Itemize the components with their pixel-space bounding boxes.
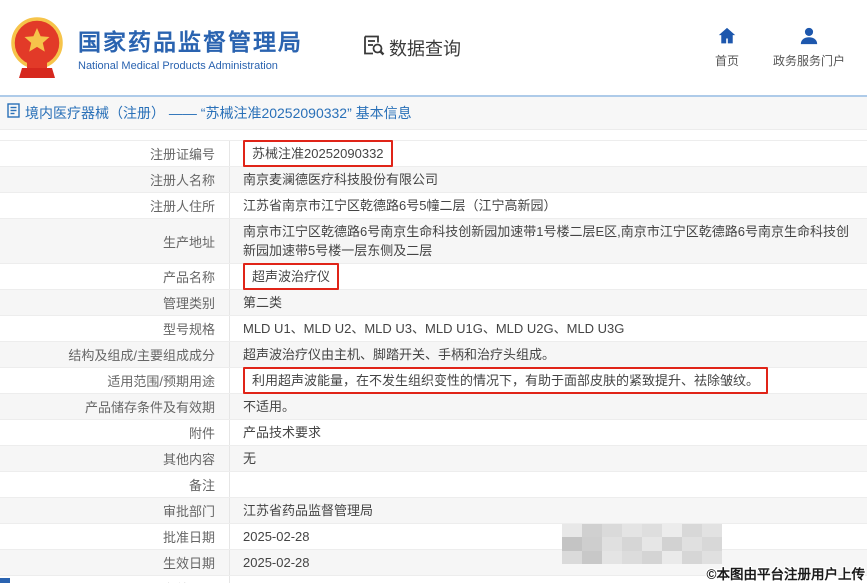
row-label: 批准日期 <box>0 524 230 549</box>
watermark-text: ©本图由平台注册用户上传 <box>707 563 865 583</box>
table-row: 备注 <box>0 472 867 498</box>
row-label: 结构及组成/主要组成成分 <box>0 342 230 367</box>
portal-link[interactable]: 政务服务门户 <box>773 27 845 69</box>
blurred-region <box>562 524 722 564</box>
corner-mark <box>0 578 10 583</box>
site-header: 国家药品监督管理局 National Medical Products Admi… <box>0 0 867 97</box>
row-label: 注册人住所 <box>0 193 230 218</box>
row-label: 型号规格 <box>0 316 230 341</box>
portal-label: 政务服务门户 <box>773 52 845 69</box>
table-row: 批准日期2025-02-28 <box>0 524 867 550</box>
highlight-box: 利用超声波能量，在不发生组织变性的情况下，有助于面部皮肤的紧致提升、祛除皱纹。 <box>243 367 768 394</box>
row-value: 不适用。 <box>230 394 867 419</box>
table-row: 适用范围/预期用途利用超声波能量，在不发生组织变性的情况下，有助于面部皮肤的紧致… <box>0 368 867 394</box>
detail-table: 注册证编号苏械注准20252090332注册人名称南京麦澜德医疗科技股份有限公司… <box>0 140 867 583</box>
row-value <box>230 472 867 497</box>
row-value: 南京市江宁区乾德路6号南京生命科技创新园加速带1号楼二层E区,南京市江宁区乾德路… <box>230 219 867 263</box>
row-label: 适用范围/预期用途 <box>0 368 230 393</box>
document-icon <box>7 103 20 123</box>
breadcrumb: 境内医疗器械（注册） —— “苏械注准20252090332” 基本信息 <box>0 97 867 130</box>
row-label: 管理类别 <box>0 290 230 315</box>
home-link[interactable]: 首页 <box>715 27 739 69</box>
table-row: 产品储存条件及有效期不适用。 <box>0 394 867 420</box>
row-value: 产品技术要求 <box>230 420 867 445</box>
row-value: 江苏省南京市江宁区乾德路6号5幢二层（江宁高新园） <box>230 193 867 218</box>
row-label: 产品名称 <box>0 264 230 289</box>
row-value: 2025-02-28 <box>230 524 867 549</box>
row-label: 生产地址 <box>0 219 230 263</box>
row-value: 苏械注准20252090332 <box>230 141 867 166</box>
breadcrumb-text: 境内医疗器械（注册） —— “苏械注准20252090332” 基本信息 <box>25 103 412 123</box>
row-value: 超声波治疗仪由主机、脚踏开关、手柄和治疗头组成。 <box>230 342 867 367</box>
row-value: 第二类 <box>230 290 867 315</box>
row-value: 超声波治疗仪 <box>230 264 867 289</box>
agency-subtitle: National Medical Products Administration <box>78 60 303 72</box>
row-label: 附件 <box>0 420 230 445</box>
agency-title: 国家药品监督管理局 <box>78 23 303 57</box>
table-row: 其他内容无 <box>0 446 867 472</box>
table-row: 型号规格MLD U1、MLD U2、MLD U3、MLD U1G、MLD U2G… <box>0 316 867 342</box>
row-label: 其他内容 <box>0 446 230 471</box>
row-label: 备注 <box>0 472 230 497</box>
table-row: 注册人名称南京麦澜德医疗科技股份有限公司 <box>0 167 867 193</box>
row-value: 利用超声波能量，在不发生组织变性的情况下，有助于面部皮肤的紧致提升、祛除皱纹。 <box>230 368 867 393</box>
home-label: 首页 <box>715 52 739 69</box>
row-label: 产品储存条件及有效期 <box>0 394 230 419</box>
user-icon <box>799 27 819 48</box>
header-links: 首页 政务服务门户 <box>715 27 845 69</box>
data-query-nav[interactable]: 数据查询 <box>361 33 461 62</box>
table-row: 生产地址南京市江宁区乾德路6号南京生命科技创新园加速带1号楼二层E区,南京市江宁… <box>0 219 867 264</box>
row-label: 注册证编号 <box>0 141 230 166</box>
row-value: MLD U1、MLD U2、MLD U3、MLD U1G、MLD U2G、MLD… <box>230 316 867 341</box>
table-row: 结构及组成/主要组成成分超声波治疗仪由主机、脚踏开关、手柄和治疗头组成。 <box>0 342 867 368</box>
table-row: 注册证编号苏械注准20252090332 <box>0 141 867 167</box>
national-emblem-icon <box>8 16 66 80</box>
agency-titles: 国家药品监督管理局 National Medical Products Admi… <box>78 23 303 72</box>
table-row: 审批部门江苏省药品监督管理局 <box>0 498 867 524</box>
row-value: 无 <box>230 446 867 471</box>
table-row: 附件产品技术要求 <box>0 420 867 446</box>
document-search-icon <box>361 33 385 62</box>
row-value: 南京麦澜德医疗科技股份有限公司 <box>230 167 867 192</box>
highlight-box: 苏械注准20252090332 <box>243 140 393 167</box>
row-label: 注册人名称 <box>0 167 230 192</box>
data-query-label: 数据查询 <box>389 35 461 61</box>
table-row: 注册人住所江苏省南京市江宁区乾德路6号5幢二层（江宁高新园） <box>0 193 867 219</box>
page: 国家药品监督管理局 National Medical Products Admi… <box>0 0 867 583</box>
home-icon <box>717 27 737 48</box>
row-value: 江苏省药品监督管理局 <box>230 498 867 523</box>
table-row: 管理类别第二类 <box>0 290 867 316</box>
row-label: 有效期至 <box>0 576 230 583</box>
table-row: 产品名称超声波治疗仪 <box>0 264 867 290</box>
highlight-box: 超声波治疗仪 <box>243 263 339 290</box>
agency-logo[interactable]: 国家药品监督管理局 National Medical Products Admi… <box>8 16 303 80</box>
row-label: 生效日期 <box>0 550 230 575</box>
row-label: 审批部门 <box>0 498 230 523</box>
